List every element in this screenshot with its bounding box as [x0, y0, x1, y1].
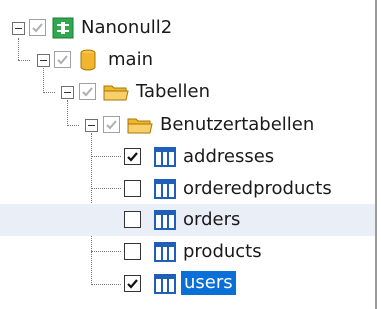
checkmark-icon [57, 55, 68, 65]
tree-panel: Nanonull2 main Tabellen Benutzertabellen [0, 0, 377, 309]
tree-node-nanonull2[interactable]: Nanonull2 [0, 12, 375, 44]
database-cylinder-icon [79, 48, 97, 76]
checkmark-icon [127, 279, 138, 289]
folder-icon [127, 115, 153, 139]
tree-node-addresses[interactable]: addresses [0, 141, 375, 173]
node-checkbox[interactable] [29, 19, 46, 36]
collapse-toggle[interactable] [85, 119, 98, 132]
checkmark-icon [82, 87, 93, 97]
node-checkbox[interactable] [124, 243, 141, 260]
checkmark-icon [32, 23, 43, 33]
tree-node-orderedproducts[interactable]: orderedproducts [0, 173, 375, 205]
collapse-toggle[interactable] [61, 86, 74, 99]
node-checkbox[interactable] [79, 83, 96, 100]
node-checkbox[interactable] [124, 180, 141, 197]
node-label: Nanonull2 [81, 17, 173, 38]
collapse-toggle[interactable] [12, 22, 25, 35]
tree-node-main[interactable]: main [0, 44, 375, 76]
server-icon [52, 17, 74, 43]
checkmark-icon [106, 120, 117, 130]
node-label: orders [183, 209, 241, 230]
table-icon [154, 147, 176, 171]
node-label: main [108, 49, 153, 70]
table-icon [154, 242, 176, 266]
table-icon [154, 274, 176, 298]
node-checkbox[interactable] [124, 211, 141, 228]
node-label: products [183, 241, 262, 262]
node-label: Benutzertabellen [160, 114, 315, 135]
tree-node-tabellen[interactable]: Tabellen [0, 76, 375, 108]
node-label-selected: users [181, 271, 236, 295]
table-icon [154, 210, 176, 234]
node-label: Tabellen [136, 81, 211, 102]
node-label: orderedproducts [183, 178, 332, 199]
checkmark-icon [127, 152, 138, 162]
node-checkbox[interactable] [103, 116, 120, 133]
folder-icon [103, 82, 129, 106]
tree-node-orders[interactable]: orders [0, 204, 375, 236]
node-checkbox[interactable] [124, 275, 141, 292]
tree-node-products[interactable]: products [0, 236, 375, 268]
tree-node-users[interactable]: users [0, 268, 375, 300]
table-icon [154, 179, 176, 203]
tree-node-benutzertabellen[interactable]: Benutzertabellen [0, 109, 375, 141]
node-checkbox[interactable] [124, 148, 141, 165]
node-label: addresses [183, 146, 275, 167]
node-checkbox[interactable] [54, 51, 71, 68]
collapse-toggle[interactable] [37, 54, 50, 67]
